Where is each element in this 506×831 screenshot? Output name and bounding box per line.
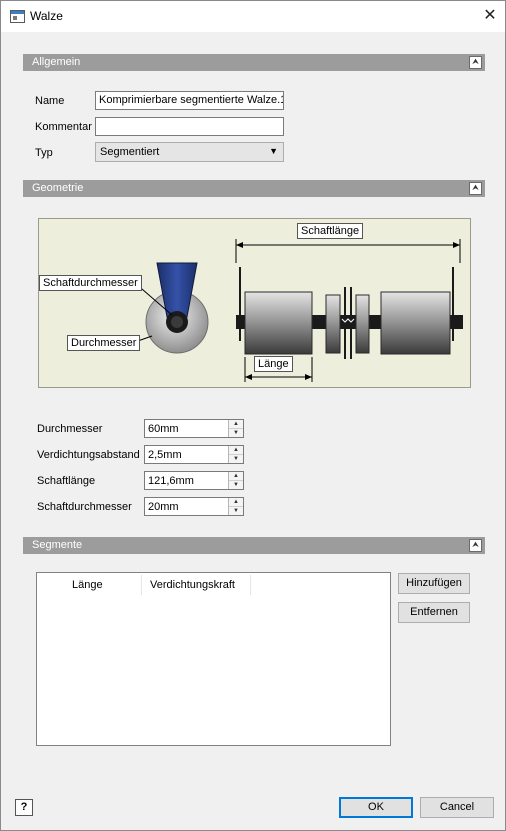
schaftdurchmesser-label: Schaftdurchmesser (37, 501, 132, 513)
spin-down-icon[interactable]: ▼ (229, 429, 243, 437)
typ-select-value: Segmentiert (100, 146, 160, 158)
typ-label: Typ (35, 147, 53, 159)
verdichtungsabstand-label: Verdichtungsabstand (37, 449, 140, 461)
spin-down-icon[interactable]: ▼ (229, 507, 243, 515)
schaftlaenge-value: 121,6mm (148, 475, 194, 487)
cancel-button[interactable]: Cancel (420, 797, 494, 818)
label-schaftlaenge: Schaftlänge (297, 223, 364, 239)
remove-segment-button[interactable]: Entfernen (398, 602, 470, 623)
window-title: Walze (30, 9, 63, 23)
ok-button[interactable]: OK (339, 797, 413, 818)
kommentar-label: Kommentar (35, 121, 92, 133)
schaftlaenge-spinner[interactable]: 121,6mm ▲ ▼ (144, 471, 244, 490)
section-allgemein-title: Allgemein (32, 56, 81, 68)
schaftdurchmesser-spinner[interactable]: 20mm ▲ ▼ (144, 497, 244, 516)
collapse-icon[interactable]: ⮝ (469, 539, 482, 552)
window-icon (10, 10, 25, 23)
table-header: Länge Verdichtungskraft (37, 573, 390, 597)
spin-up-icon[interactable]: ▲ (229, 446, 243, 455)
close-icon: ✕ (483, 7, 497, 24)
add-segment-button[interactable]: Hinzufügen (398, 573, 470, 594)
collapse-icon[interactable]: ⮝ (469, 56, 482, 69)
roller-segment (244, 291, 313, 355)
section-allgemein: Allgemein ⮝ (23, 54, 485, 71)
chevron-down-icon: ▼ (269, 146, 278, 156)
spin-up-icon[interactable]: ▲ (229, 498, 243, 507)
schaftdurchmesser-value: 20mm (148, 501, 179, 513)
verdichtungsabstand-spinner[interactable]: 2,5mm ▲ ▼ (144, 445, 244, 464)
verdichtungsabstand-value: 2,5mm (148, 449, 182, 461)
roller-segment (325, 294, 341, 354)
name-input[interactable]: Komprimierbare segmentierte Walze.1 (95, 91, 284, 110)
spin-up-icon[interactable]: ▲ (229, 420, 243, 429)
spin-down-icon[interactable]: ▼ (229, 455, 243, 463)
section-geometrie: Geometrie ⮝ (23, 180, 485, 197)
durchmesser-label: Durchmesser (37, 423, 103, 435)
section-segmente: Segmente ⮝ (23, 537, 485, 554)
label-laenge: Länge (254, 356, 293, 372)
label-schaftdurchmesser: Schaftdurchmesser (39, 275, 142, 291)
spin-up-icon[interactable]: ▲ (229, 472, 243, 481)
typ-select[interactable]: Segmentiert ▼ (95, 142, 284, 162)
geometry-diagram: Schaftlänge Schaftdurchmesser Durchmesse… (38, 218, 471, 388)
roller-segment (355, 294, 370, 354)
close-button[interactable]: ✕ (481, 7, 499, 25)
title-bar[interactable]: Walze ✕ (1, 1, 505, 32)
help-button[interactable]: ? (15, 799, 33, 816)
durchmesser-value: 60mm (148, 423, 179, 435)
spin-down-icon[interactable]: ▼ (229, 481, 243, 489)
dialog-window: Walze ✕ Allgemein ⮝ Name Komprimierbare … (0, 0, 506, 831)
roller-segment (380, 291, 451, 355)
column-header-verdichtungskraft[interactable]: Verdichtungskraft (150, 579, 235, 591)
durchmesser-spinner[interactable]: 60mm ▲ ▼ (144, 419, 244, 438)
label-durchmesser: Durchmesser (67, 335, 141, 351)
section-geometrie-title: Geometrie (32, 182, 84, 194)
help-icon: ? (20, 801, 28, 813)
name-label: Name (35, 95, 65, 107)
column-header-laenge[interactable]: Länge (72, 579, 103, 591)
section-segmente-title: Segmente (32, 539, 83, 551)
collapse-icon[interactable]: ⮝ (469, 182, 482, 195)
segments-table[interactable]: Länge Verdichtungskraft (36, 572, 391, 746)
kommentar-input[interactable] (95, 117, 284, 136)
schaftlaenge-label: Schaftlänge (37, 475, 96, 487)
